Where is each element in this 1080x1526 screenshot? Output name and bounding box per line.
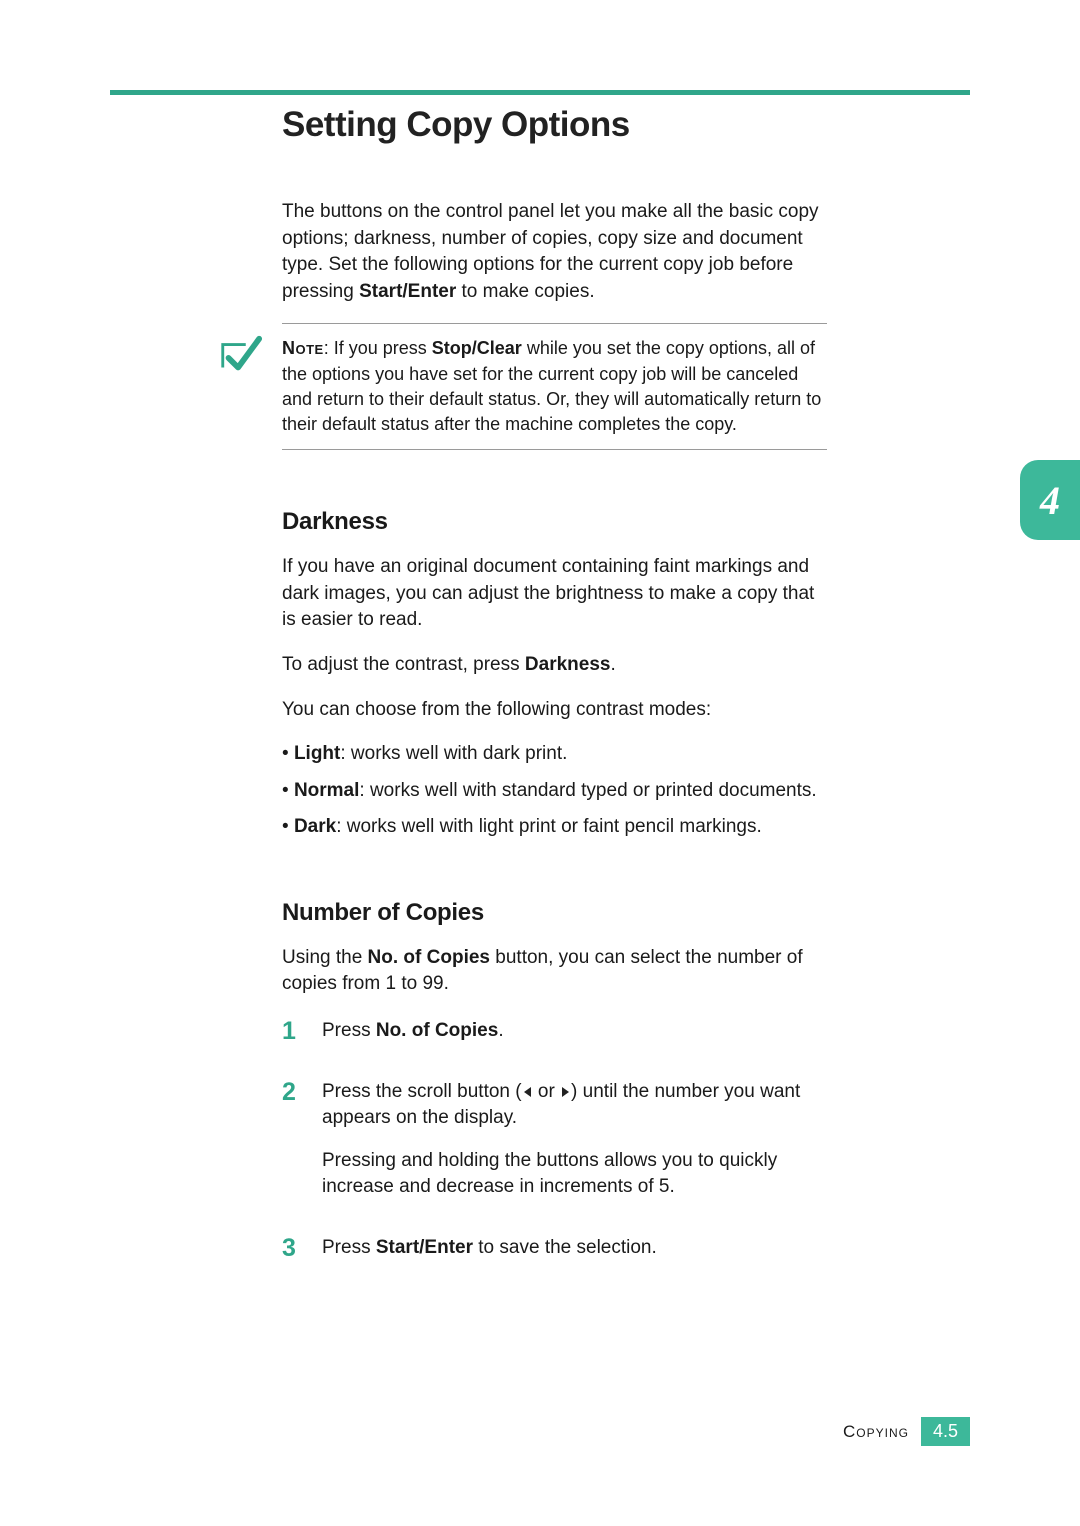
- copies-intro-pre: Using the: [282, 947, 368, 968]
- copies-intro-bold: No. of Copies: [368, 947, 490, 968]
- checkmark-note-icon: [217, 333, 263, 379]
- step-1: Press No. of Copies.: [282, 1018, 827, 1045]
- list-item: Dark: works well with light print or fai…: [282, 814, 827, 841]
- darkness-p2-pre: To adjust the contrast, press: [282, 654, 525, 675]
- intro-paragraph: The buttons on the control panel let you…: [282, 199, 827, 305]
- note-block: Note: If you press Stop/Clear while you …: [282, 323, 827, 450]
- step-2: Press the scroll button ( or ) until the…: [282, 1079, 827, 1201]
- step1-post: .: [498, 1020, 503, 1041]
- step3-pre: Press: [322, 1237, 376, 1258]
- copies-intro: Using the No. of Copies button, you can …: [282, 945, 827, 998]
- step1-bold: No. of Copies: [376, 1020, 498, 1041]
- footer-page-number: 4.5: [921, 1417, 970, 1446]
- scroll-right-icon: [562, 1087, 569, 1097]
- note-text: Note: If you press Stop/Clear while you …: [282, 336, 827, 437]
- list-item: Light: works well with dark print.: [282, 741, 827, 768]
- note-bold: Stop/Clear: [432, 338, 522, 358]
- item-rest: : works well with light print or faint p…: [336, 816, 762, 837]
- item-rest: : works well with dark print.: [340, 743, 567, 764]
- section-heading-copies: Number of Copies: [282, 899, 827, 927]
- page-title: Setting Copy Options: [282, 105, 827, 145]
- item-rest: : works well with standard typed or prin…: [359, 780, 816, 801]
- list-item: Normal: works well with standard typed o…: [282, 778, 827, 805]
- section-heading-darkness: Darkness: [282, 508, 827, 536]
- intro-after: to make copies.: [456, 281, 594, 302]
- darkness-p1: If you have an original document contain…: [282, 554, 827, 634]
- step3-bold: Start/Enter: [376, 1237, 473, 1258]
- step2-mid: or: [533, 1081, 560, 1102]
- item-bold: Normal: [294, 780, 359, 801]
- darkness-p2: To adjust the contrast, press Darkness.: [282, 652, 827, 679]
- darkness-mode-list: Light: works well with dark print. Norma…: [282, 741, 827, 841]
- note-pre: : If you press: [324, 338, 432, 358]
- darkness-p2-bold: Darkness: [525, 654, 611, 675]
- item-bold: Dark: [294, 816, 336, 837]
- intro-bold: Start/Enter: [359, 281, 456, 302]
- step2-pre: Press the scroll button (: [322, 1081, 522, 1102]
- scroll-left-icon: [524, 1087, 531, 1097]
- step3-post: to save the selection.: [473, 1237, 657, 1258]
- step1-pre: Press: [322, 1020, 376, 1041]
- darkness-p3: You can choose from the following contra…: [282, 697, 827, 724]
- footer-section-label: Copying: [843, 1422, 909, 1442]
- item-bold: Light: [294, 743, 340, 764]
- darkness-p2-post: .: [610, 654, 615, 675]
- step-3: Press Start/Enter to save the selection.: [282, 1235, 827, 1262]
- step2-extra: Pressing and holding the buttons allows …: [322, 1148, 827, 1201]
- page-footer: Copying 4.5: [843, 1417, 970, 1446]
- header-rule: [110, 90, 970, 95]
- copies-steps: Press No. of Copies. Press the scroll bu…: [282, 1018, 827, 1262]
- note-label: Note: [282, 338, 324, 358]
